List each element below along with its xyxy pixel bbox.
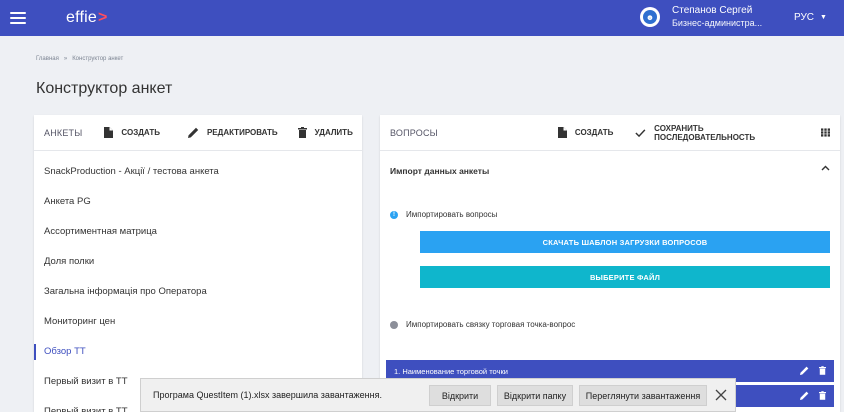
list-item[interactable]: Доля полки xyxy=(34,247,362,277)
user-avatar-icon: ☻ xyxy=(643,10,657,24)
import-questions-label: Импортировать вопросы xyxy=(406,210,498,219)
logo-mark: > xyxy=(97,9,108,26)
surveys-list: SnackProduction - Акції / тестова анкета… xyxy=(34,157,362,412)
avatar[interactable]: ☻ xyxy=(640,7,660,27)
edit-survey-label: РЕДАКТИРОВАТЬ xyxy=(206,128,278,137)
trash-icon[interactable] xyxy=(819,391,826,400)
file-icon xyxy=(104,127,114,138)
surveys-panel: АНКЕТЫ СОЗДАТЬ РЕДАКТИРОВАТЬ УДАЛИТЬ Sna… xyxy=(34,115,362,412)
list-item[interactable]: Обзор ТТ xyxy=(34,337,362,367)
choose-file-label: ВЫБЕРИТЕ ФАЙЛ xyxy=(589,272,661,282)
chevron-up-icon[interactable] xyxy=(821,165,830,171)
save-order-label: СОХРАНИТЬ ПОСЛЕДОВАТЕЛЬНОСТЬ xyxy=(654,123,756,142)
open-file-button[interactable]: Відкрити xyxy=(429,385,491,406)
breadcrumb: Главная » Конструктор анкет xyxy=(36,56,123,62)
breadcrumb-current: Конструктор анкет xyxy=(72,56,124,62)
pencil-icon[interactable] xyxy=(800,366,809,375)
language-selector[interactable]: РУС ▼ xyxy=(794,12,827,23)
create-question-button[interactable]: СОЗДАТЬ xyxy=(557,127,614,138)
grid-view-icon[interactable] xyxy=(820,128,830,137)
question-actions xyxy=(790,366,826,375)
import-questions-step: ! Импортировать вопросы xyxy=(390,210,497,219)
save-order-button[interactable]: СОХРАНИТЬ ПОСЛЕДОВАТЕЛЬНОСТЬ xyxy=(635,124,791,142)
trash-icon xyxy=(297,127,307,138)
surveys-toolbar: АНКЕТЫ СОЗДАТЬ РЕДАКТИРОВАТЬ УДАЛИТЬ xyxy=(34,115,362,151)
edit-survey-button[interactable]: РЕДАКТИРОВАТЬ xyxy=(187,127,278,138)
view-downloads-label: Переглянути завантаження xyxy=(585,390,701,401)
import-title: Импорт данных анкеты xyxy=(390,166,490,176)
download-template-button[interactable]: СКАЧАТЬ ШАБЛОН ЗАГРУЗКИ ВОПРОСОВ xyxy=(420,231,830,253)
user-info: Степанов Сергей Бизнес-администра... xyxy=(672,5,762,29)
import-links-label: Импортировать связку торговая точка-вопр… xyxy=(406,320,576,329)
chevron-down-icon: ▼ xyxy=(820,14,827,21)
delete-survey-button[interactable]: УДАЛИТЬ xyxy=(297,127,353,138)
questions-panel: ВОПРОСЫ СОЗДАТЬ СОХРАНИТЬ ПОСЛЕДОВАТЕЛЬН… xyxy=(380,115,840,412)
question-actions xyxy=(790,391,826,400)
view-downloads-button[interactable]: Переглянути завантаження xyxy=(579,385,707,406)
logo-text: effie xyxy=(66,9,97,26)
step-indicator-icon xyxy=(390,320,398,329)
info-icon: ! xyxy=(390,210,398,219)
question-title: 1. Наименование торговой точки xyxy=(394,366,508,376)
language-label: РУС xyxy=(794,12,815,23)
open-folder-label: Відкрити папку xyxy=(503,390,567,401)
download-template-label: СКАЧАТЬ ШАБЛОН ЗАГРУЗКИ ВОПРОСОВ xyxy=(542,237,708,247)
user-name: Степанов Сергей xyxy=(672,5,753,16)
questions-toolbar: ВОПРОСЫ СОЗДАТЬ СОХРАНИТЬ ПОСЛЕДОВАТЕЛЬН… xyxy=(380,115,840,151)
trash-icon[interactable] xyxy=(819,366,826,375)
page-title: Конструктор анкет xyxy=(36,80,173,97)
top-bar: effie> ☻ Степанов Сергей Бизнес-админист… xyxy=(0,0,844,36)
breadcrumb-separator: » xyxy=(63,56,68,62)
surveys-title: АНКЕТЫ xyxy=(44,127,83,138)
list-item[interactable]: Ассортиментная матрица xyxy=(34,217,362,247)
breadcrumb-home[interactable]: Главная xyxy=(36,56,59,62)
list-item[interactable]: Мониторинг цен xyxy=(34,307,362,337)
create-survey-button[interactable]: СОЗДАТЬ xyxy=(104,127,160,138)
download-message: Програма QuestItem (1).xlsx завершила за… xyxy=(153,390,382,400)
import-section-header[interactable]: Импорт данных анкеты xyxy=(380,157,840,185)
create-survey-label: СОЗДАТЬ xyxy=(121,128,160,137)
download-notification-bar: Програма QuestItem (1).xlsx завершила за… xyxy=(140,378,736,412)
pencil-icon[interactable] xyxy=(800,391,809,400)
open-folder-button[interactable]: Відкрити папку xyxy=(497,385,573,406)
user-menu[interactable]: ☻ Степанов Сергей Бизнес-администра... xyxy=(640,5,762,29)
list-item[interactable]: SnackProduction - Акції / тестова анкета xyxy=(34,157,362,187)
list-item[interactable]: Анкета PG xyxy=(34,187,362,217)
open-file-label: Відкрити xyxy=(441,390,479,401)
import-links-step: Импортировать связку торговая точка-вопр… xyxy=(390,320,575,329)
file-icon xyxy=(557,127,567,138)
list-item[interactable]: Загальна інформація про Оператора xyxy=(34,277,362,307)
create-question-label: СОЗДАТЬ xyxy=(574,128,614,137)
close-icon[interactable] xyxy=(713,387,729,403)
questions-title: ВОПРОСЫ xyxy=(390,127,438,138)
menu-icon[interactable] xyxy=(10,9,26,27)
pencil-icon xyxy=(187,127,199,138)
checkmark-icon xyxy=(635,128,646,137)
delete-survey-label: УДАЛИТЬ xyxy=(314,128,353,137)
app-logo[interactable]: effie> xyxy=(66,9,108,27)
user-role: Бизнес-администра... xyxy=(672,18,763,28)
choose-file-button[interactable]: ВЫБЕРИТЕ ФАЙЛ xyxy=(420,266,830,288)
